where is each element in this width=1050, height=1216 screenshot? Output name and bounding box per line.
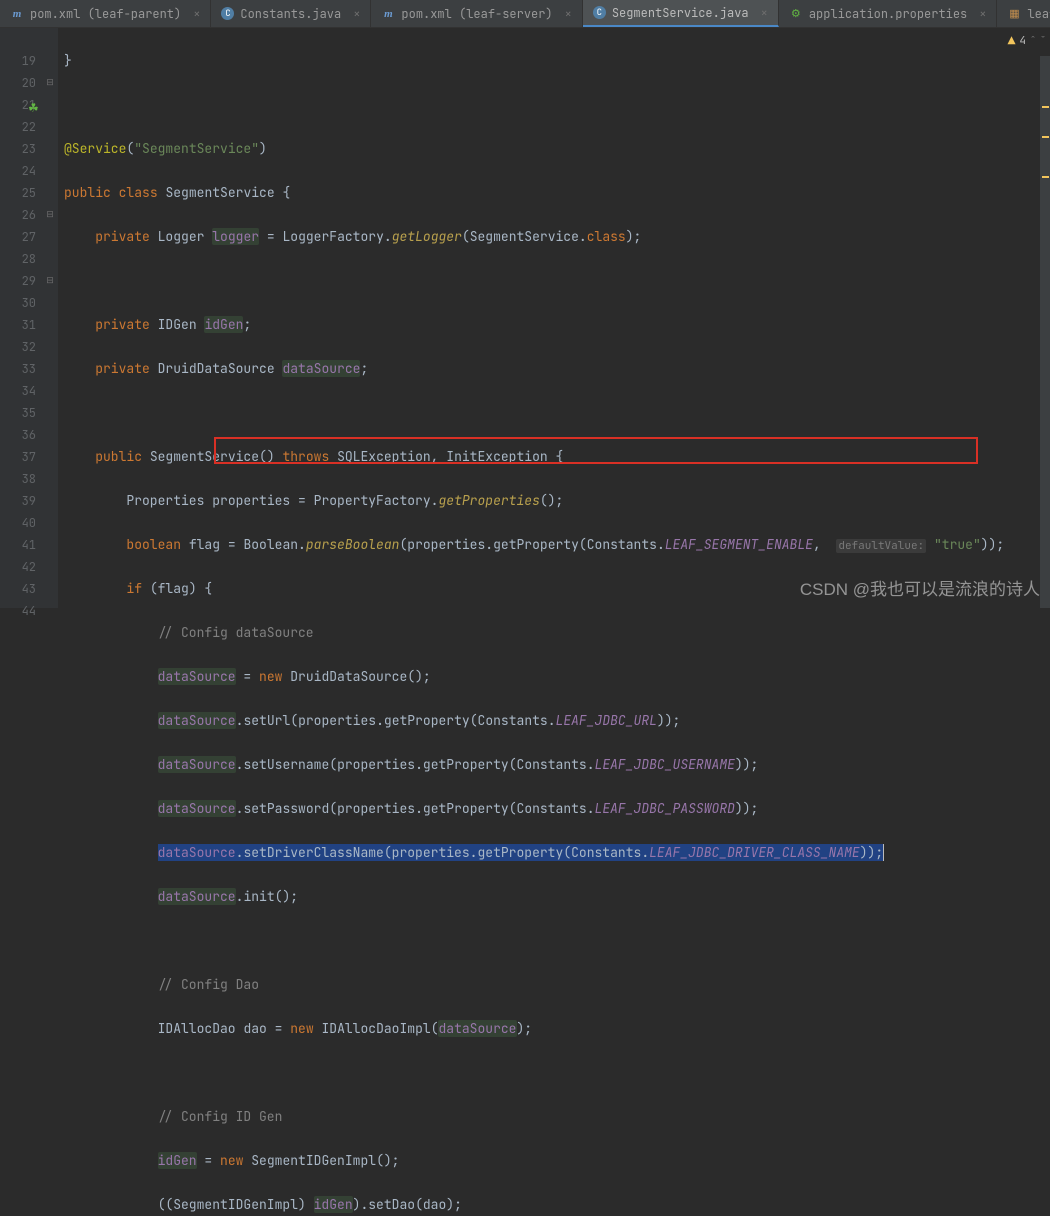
line-number: 19 <box>0 50 36 72</box>
line-number: 37 <box>0 446 36 468</box>
leaf-icon: ▦ <box>1007 7 1021 21</box>
line-number: 39 <box>0 490 36 512</box>
line-number: 32 <box>0 336 36 358</box>
maven-icon: m <box>381 7 395 21</box>
tab-pom-server[interactable]: mpom.xml (leaf-server)× <box>371 0 582 27</box>
editor-tabs: mpom.xml (leaf-parent)× CConstants.java×… <box>0 0 1050 28</box>
error-stripe[interactable] <box>1040 56 1050 608</box>
line-number: 41 <box>0 534 36 556</box>
close-icon[interactable]: × <box>193 6 200 22</box>
line-number: 31 <box>0 314 36 336</box>
line-number: 28 <box>0 248 36 270</box>
line-number: 43 <box>0 578 36 600</box>
line-number: 20 <box>0 72 36 94</box>
close-icon[interactable]: × <box>353 6 360 22</box>
line-number: 33 <box>0 358 36 380</box>
fold-minus-icon[interactable]: ⊟ <box>45 275 55 285</box>
tab-pom-parent[interactable]: mpom.xml (leaf-parent)× <box>0 0 211 27</box>
line-number: 25 <box>0 182 36 204</box>
line-number: 29 <box>0 270 36 292</box>
editor-area: 1920212223242526272829303132333435363738… <box>0 28 1050 608</box>
close-icon[interactable]: × <box>761 5 768 21</box>
line-number: 40 <box>0 512 36 534</box>
tab-app-properties[interactable]: ⚙application.properties× <box>779 0 998 27</box>
line-number: 44 <box>0 600 36 622</box>
class-icon: C <box>221 7 234 20</box>
tab-segmentservice[interactable]: CSegmentService.java× <box>583 0 779 27</box>
properties-icon: ⚙ <box>789 7 803 21</box>
maven-icon: m <box>10 7 24 21</box>
line-number: 23 <box>0 138 36 160</box>
tab-leaf-properties[interactable]: ▦leaf.properties× <box>997 0 1050 27</box>
fold-column[interactable]: ⊟ ⊟ ⊟ <box>44 28 58 608</box>
line-number: 27 <box>0 226 36 248</box>
class-icon: C <box>593 6 606 19</box>
line-number: 36 <box>0 424 36 446</box>
fold-minus-icon[interactable]: ⊟ <box>45 77 55 87</box>
line-number: 42 <box>0 556 36 578</box>
code-editor[interactable]: } @Service("SegmentService") public clas… <box>58 28 1050 608</box>
line-number: 34 <box>0 380 36 402</box>
line-number: 30 <box>0 292 36 314</box>
close-icon[interactable]: × <box>979 6 986 22</box>
spring-bean-icon[interactable]: ☘ <box>28 100 42 114</box>
line-number: 22 <box>0 116 36 138</box>
line-number: 35 <box>0 402 36 424</box>
line-number: 26 <box>0 204 36 226</box>
line-number: 38 <box>0 468 36 490</box>
tab-constants[interactable]: CConstants.java× <box>211 0 371 27</box>
fold-minus-icon[interactable]: ⊟ <box>45 209 55 219</box>
line-number: 24 <box>0 160 36 182</box>
close-icon[interactable]: × <box>565 6 572 22</box>
